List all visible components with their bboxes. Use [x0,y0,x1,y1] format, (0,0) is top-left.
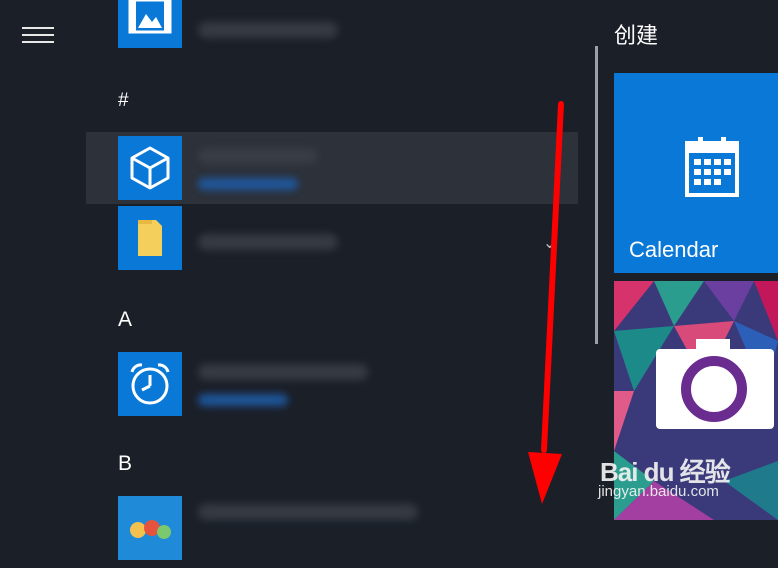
baidu-jingyan-watermark: Bai du 经验 jingyan.baidu.com [592,440,778,510]
list-item-b-app[interactable] [86,496,578,568]
list-item-alarms-app[interactable] [86,350,578,422]
watermark-url: jingyan.baidu.com [598,483,719,500]
app-subtext-blurred [198,178,298,190]
calendar-tile[interactable]: Calendar [614,73,778,273]
app-name-blurred [198,22,338,38]
hamburger-icon [22,27,54,29]
scrollbar[interactable] [595,46,598,344]
app-name-blurred [198,234,338,250]
app-list[interactable]: # ⌄ A B [86,0,578,560]
colorful-game-icon [118,496,182,560]
section-header-b[interactable]: B [118,452,132,476]
red-annotation-arrow [528,101,564,504]
app-name-blurred [198,504,418,520]
list-item-folder-app[interactable] [86,206,578,278]
3d-cube-icon [118,136,182,200]
calendar-tile-label: Calendar [629,237,719,262]
app-name-blurred [198,148,318,164]
app-subtext-blurred [198,394,288,406]
section-header-a[interactable]: A [118,308,132,332]
alarm-clock-icon [118,352,182,416]
tile-group-title[interactable]: 创建 [614,18,658,50]
list-item-video-app[interactable] [86,0,578,56]
calendar-icon [685,137,739,197]
hamburger-menu-button[interactable] [22,24,54,46]
nav-rail [0,0,86,520]
app-name-blurred [198,364,368,380]
film-photo-icon [118,0,182,48]
folder-icon [118,206,182,270]
section-header-hash[interactable]: # [118,90,129,112]
list-item-3d-app[interactable] [86,132,578,204]
